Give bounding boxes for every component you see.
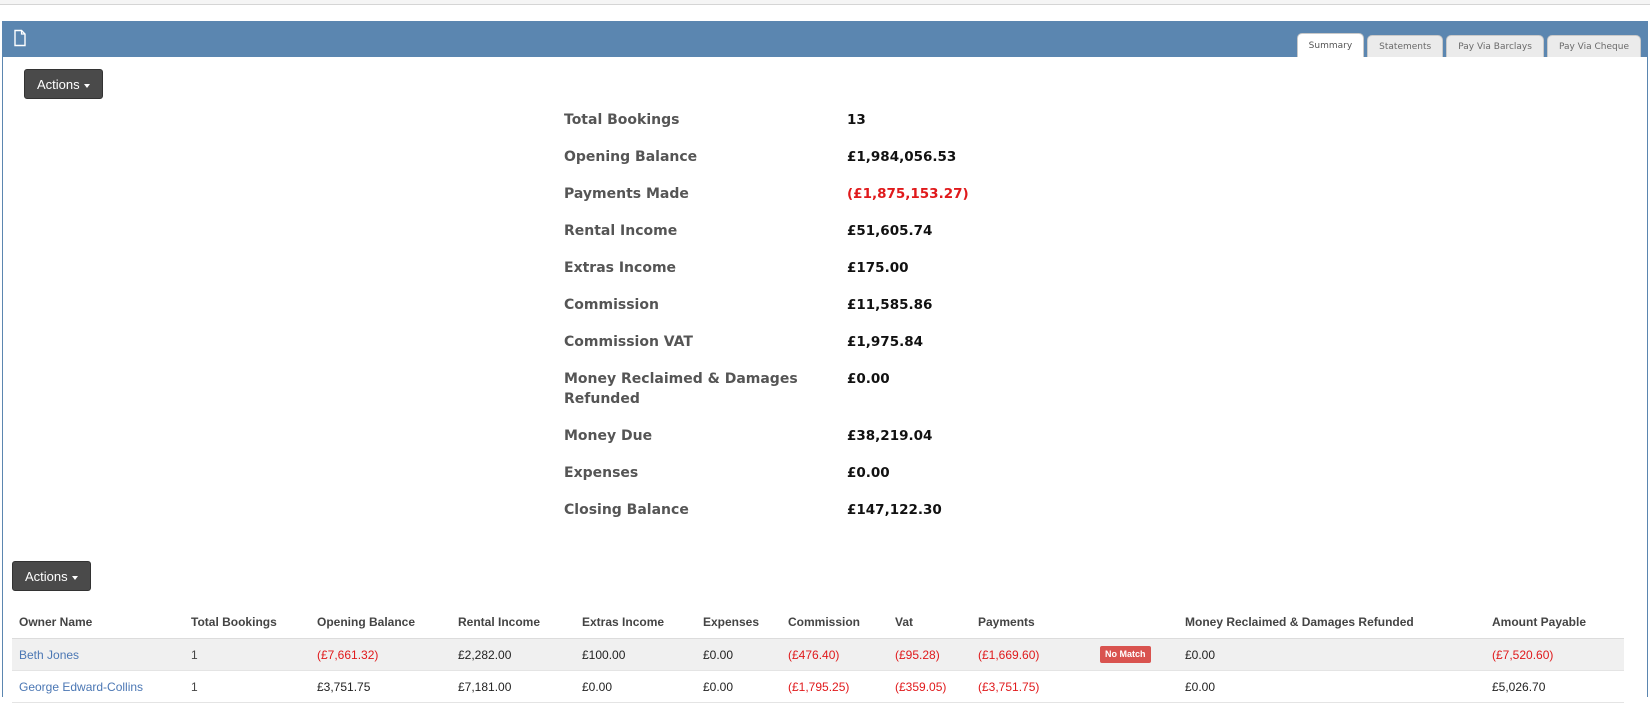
tab-summary[interactable]: Summary (1296, 33, 1365, 57)
actions-label: Actions (25, 569, 68, 584)
summary-value: £175.00 (847, 260, 909, 276)
caret-down-icon (71, 575, 78, 580)
summary-label: Payments Made (564, 186, 689, 202)
summary-row-rental-income: Rental Income £51,605.74 (564, 221, 1084, 241)
top-strip (0, 0, 1650, 5)
column-header[interactable]: Vat (888, 606, 971, 639)
cell-payments: (£3,751.75) (971, 670, 1093, 703)
summary-label: Rental Income (564, 223, 678, 239)
cell-vat: (£359.05) (888, 670, 971, 703)
summary-row-extras-income: Extras Income £175.00 (564, 258, 1084, 278)
cell-opening-balance: (£7,661.32) (310, 638, 451, 671)
cell-status (1093, 670, 1178, 703)
tab-pay-via-barclays[interactable]: Pay Via Barclays (1446, 35, 1544, 57)
column-header[interactable]: Money Reclaimed & Damages Refunded (1178, 606, 1485, 639)
cell-expenses: £0.00 (696, 670, 781, 703)
summary-row-commission: Commission £11,585.86 (564, 295, 1084, 315)
summary-value: £11,585.86 (847, 297, 933, 313)
summary-value: (£1,875,153.27) (847, 186, 969, 202)
tab-statements[interactable]: Statements (1367, 35, 1444, 57)
summary-value: £1,984,056.53 (847, 149, 957, 165)
summary-label: Opening Balance (564, 149, 698, 165)
cell-expenses: £0.00 (696, 638, 781, 671)
cell-rental-income: £2,282.00 (451, 638, 575, 671)
summary-row-commission-vat: Commission VAT £1,975.84 (564, 332, 1084, 352)
summary-value: £147,122.30 (847, 502, 942, 518)
column-header[interactable]: Expenses (696, 606, 781, 639)
summary-label: Commission VAT (564, 334, 693, 350)
column-header[interactable]: Amount Payable (1485, 606, 1624, 639)
cell-extras-income: £0.00 (575, 670, 696, 703)
summary-value: 13 (847, 112, 866, 128)
column-header[interactable]: Owner Name (12, 606, 184, 639)
summary-row-expenses: Expenses £0.00 (564, 463, 1084, 483)
document-icon (14, 29, 26, 47)
actions-button-table[interactable]: Actions (12, 561, 91, 591)
summary-label: Money Reclaimed & Damages Refunded (564, 371, 798, 407)
table-row: Beth Jones 1 (£7,661.32) £2,282.00 £100.… (12, 638, 1624, 671)
summary-label: Commission (564, 297, 659, 313)
summary-value: £0.00 (847, 371, 890, 387)
cell-total-bookings: 1 (184, 638, 310, 671)
summary-label: Extras Income (564, 260, 677, 276)
summary-row-closing-balance: Closing Balance £147,122.30 (564, 500, 1084, 520)
summary-label: Money Due (564, 428, 653, 444)
summary-row-money-reclaimed: Money Reclaimed & Damages Refunded £0.00 (564, 369, 1084, 409)
summary-value: £0.00 (847, 465, 890, 481)
actions-label: Actions (37, 77, 80, 92)
summary-label: Total Bookings (564, 112, 680, 128)
panel-header: Summary Statements Pay Via Barclays Pay … (3, 21, 1647, 57)
cell-rental-income: £7,181.00 (451, 670, 575, 703)
cell-amount-payable: £5,026.70 (1485, 670, 1624, 703)
cell-amount-payable: (£7,520.60) (1485, 638, 1624, 671)
summary-label: Expenses (564, 465, 639, 481)
summary-label: Closing Balance (564, 502, 689, 518)
cell-vat: (£95.28) (888, 638, 971, 671)
tab-pay-via-cheque[interactable]: Pay Via Cheque (1546, 35, 1641, 57)
actions-button-top[interactable]: Actions (24, 69, 103, 99)
cell-opening-balance: £3,751.75 (310, 670, 451, 703)
summary-value: £38,219.04 (847, 428, 933, 444)
no-match-badge: No Match (1100, 646, 1151, 663)
cell-commission: (£476.40) (781, 638, 888, 671)
owner-name-link[interactable]: George Edward-Collins (12, 670, 184, 703)
cell-total-bookings: 1 (184, 670, 310, 703)
column-header[interactable]: Rental Income (451, 606, 575, 639)
column-header[interactable]: Opening Balance (310, 606, 451, 639)
column-header[interactable]: Total Bookings (184, 606, 310, 639)
cell-extras-income: £100.00 (575, 638, 696, 671)
summary-value: £1,975.84 (847, 334, 924, 350)
summary-row-payments-made: Payments Made (£1,875,153.27) (564, 184, 1084, 204)
summary-row-opening-balance: Opening Balance £1,984,056.53 (564, 147, 1084, 167)
summary-value: £51,605.74 (847, 223, 933, 239)
column-header[interactable]: Payments (971, 606, 1093, 639)
cell-payments: (£1,669.60) (971, 638, 1093, 671)
caret-down-icon (83, 83, 90, 88)
cell-commission: (£1,795.25) (781, 670, 888, 703)
column-header[interactable]: Extras Income (575, 606, 696, 639)
cell-money-reclaimed: £0.00 (1178, 670, 1485, 703)
summary-list: Total Bookings 13 Opening Balance £1,984… (564, 110, 1084, 537)
column-header (1093, 606, 1178, 639)
summary-row-total-bookings: Total Bookings 13 (564, 110, 1084, 130)
tab-bar: Summary Statements Pay Via Barclays Pay … (1294, 33, 1641, 57)
table-header-row: Owner Name Total Bookings Opening Balanc… (12, 606, 1624, 639)
owners-table: Owner Name Total Bookings Opening Balanc… (12, 606, 1624, 703)
summary-row-money-due: Money Due £38,219.04 (564, 426, 1084, 446)
cell-money-reclaimed: £0.00 (1178, 638, 1485, 671)
owner-name-link[interactable]: Beth Jones (12, 638, 184, 671)
table-row: George Edward-Collins 1 £3,751.75 £7,181… (12, 670, 1624, 703)
cell-status: No Match (1093, 638, 1178, 671)
column-header[interactable]: Commission (781, 606, 888, 639)
